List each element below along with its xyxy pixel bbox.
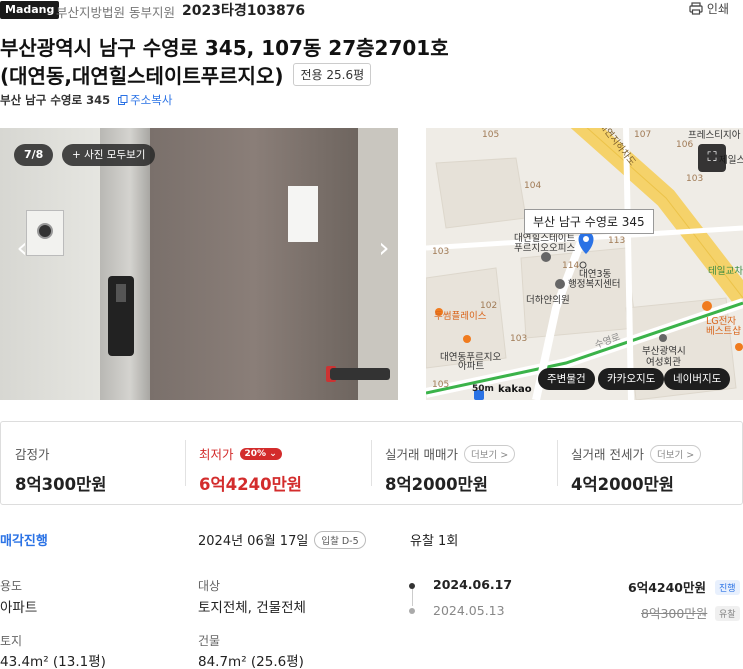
minimum-price: 최저가 20% ⌄ 6억4240만원 <box>199 444 302 495</box>
view-all-photos-button[interactable]: + 사진 모두보기 <box>62 144 156 166</box>
auction-date-text: 2024년 06월 17일 <box>198 534 309 549</box>
minimum-value: 6억4240만원 <box>199 475 302 494</box>
appraisal-label: 감정가 <box>15 447 50 462</box>
address-line: 부산 남구 수영로 345 주소복사 <box>0 92 172 108</box>
complex-name: (대연동,대연힐스테이트푸르지오) <box>0 64 284 88</box>
land-value: 43.4m² (13.1평) <box>0 654 106 669</box>
kakao-map-button[interactable]: 카카오지도 <box>598 368 665 390</box>
map-provider-logo: kakao <box>498 384 532 395</box>
usage-value: 아파트 <box>0 600 38 616</box>
print-label: 인쇄 <box>706 2 729 16</box>
land-label: 토지 <box>0 634 23 648</box>
copy-address-label: 주소복사 <box>130 93 173 107</box>
photo-notice-paper <box>288 186 318 242</box>
sale-label: 실거래 매매가 <box>385 447 458 462</box>
timeline-line <box>412 588 413 606</box>
jeonse-value: 4억2000만원 <box>571 475 674 494</box>
photo-door-frame <box>100 128 150 400</box>
copy-address-button[interactable]: 주소복사 <box>118 92 172 108</box>
print-button[interactable]: 인쇄 <box>689 0 729 17</box>
photo-prev-arrow-icon[interactable]: ‹ <box>10 232 34 264</box>
history-date: 2024.06.17 <box>433 577 513 592</box>
dday-badge: 입찰 D-5 <box>314 530 366 549</box>
jeonse-price: 실거래 전세가 더보기 > 4억2000만원 <box>571 444 702 495</box>
map-expand-icon[interactable]: ⛶ <box>698 144 726 172</box>
auction-date: 2024년 06월 17일 입찰 D-5 <box>198 530 366 549</box>
photo-door-panel <box>150 128 358 400</box>
target-value: 토지전체, 건물전체 <box>198 600 306 616</box>
building-value: 84.7m² (25.6평) <box>198 654 304 669</box>
appraisal-value: 8억300만원 <box>15 475 107 494</box>
target-label: 대상 <box>198 579 221 593</box>
history-badge: 유찰 <box>715 606 740 621</box>
photo-next-arrow-icon[interactable]: › <box>372 232 396 264</box>
location-map[interactable]: 105 107 106 104 103 113 114 103 102 103 … <box>426 128 743 400</box>
court-name: 부산지방법원 동부지원 <box>56 5 175 20</box>
photo-door-handle <box>330 368 390 380</box>
history-price: 8억300만원 <box>641 606 708 621</box>
property-photo[interactable] <box>0 128 398 400</box>
address-text: 부산 남구 수영로 345 <box>0 93 111 107</box>
photo-door-lock <box>108 276 134 356</box>
area-badge: 전용 25.6평 <box>293 63 372 86</box>
discount-badge: 20% ⌄ <box>239 447 282 460</box>
brand-logo: Madang <box>0 1 60 19</box>
auction-status: 매각진행 <box>0 534 48 549</box>
header-bar: Madang 부산지방법원 동부지원 2023타경103876 인쇄 <box>0 0 743 22</box>
timeline-dot <box>409 608 415 614</box>
case-number: 2023타경103876 <box>182 3 306 19</box>
jeonse-label: 실거래 전세가 <box>571 447 644 462</box>
map-address-callout: 부산 남구 수영로 345 <box>524 209 654 234</box>
history-badge: 진행 <box>715 580 740 595</box>
map-scale: 50m <box>472 384 494 394</box>
fail-count: 유찰 1회 <box>410 534 459 549</box>
sale-price: 실거래 매매가 더보기 > 8억2000만원 <box>385 444 516 495</box>
naver-map-button[interactable]: 네이버지도 <box>664 368 731 390</box>
sale-more-button[interactable]: 더보기 > <box>463 444 516 463</box>
usage-label: 용도 <box>0 579 23 593</box>
printer-icon <box>689 2 703 15</box>
page-subtitle: (대연동,대연힐스테이트푸르지오) 전용 25.6평 <box>0 60 372 89</box>
price-summary: 감정가 8억300만원 최저가 20% ⌄ 6억4240만원 실거래 매매가 더… <box>0 421 743 505</box>
jeonse-more-button[interactable]: 더보기 > <box>649 444 702 463</box>
timeline-dot <box>409 583 415 589</box>
appraisal-price: 감정가 8억300만원 <box>15 444 106 495</box>
page-title: 부산광역시 남구 수영로 345, 107동 27층2701호 <box>0 36 449 60</box>
sale-value: 8억2000만원 <box>385 475 488 494</box>
photo-wall-right <box>358 128 398 400</box>
history-price: 6억4240만원 <box>628 580 706 595</box>
copy-icon <box>118 95 128 105</box>
photo-counter: 7/8 <box>14 144 54 166</box>
minimum-label: 최저가 <box>199 447 234 462</box>
history-date: 2024.05.13 <box>433 603 505 618</box>
nearby-listings-button[interactable]: 주변물건 <box>538 368 595 390</box>
building-label: 건물 <box>198 634 221 648</box>
